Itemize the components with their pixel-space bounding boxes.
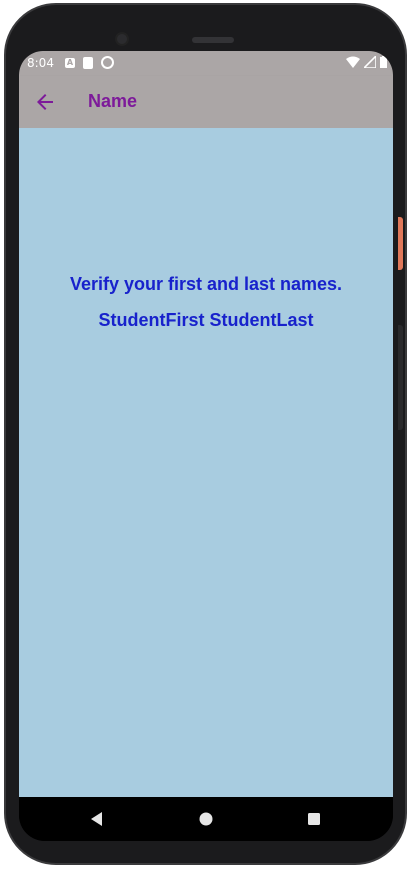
main-content: Verify your first and last names. Studen… xyxy=(19,128,393,797)
recents-square-icon xyxy=(308,813,320,825)
back-button[interactable] xyxy=(33,90,57,114)
verify-prompt: Verify your first and last names. xyxy=(69,274,343,294)
earpiece-speaker xyxy=(192,37,234,43)
page-title: Name xyxy=(88,91,138,111)
battery-icon xyxy=(380,56,387,68)
nav-home-button[interactable] xyxy=(197,810,215,828)
status-time: 8:04 xyxy=(27,56,54,70)
signal-icon xyxy=(364,56,376,68)
nav-back-button[interactable] xyxy=(88,810,106,828)
status-right-icons xyxy=(346,56,387,68)
home-circle-icon xyxy=(199,812,213,826)
arrow-back-icon xyxy=(37,94,53,110)
back-triangle-icon xyxy=(91,812,102,826)
status-left-icons: A xyxy=(65,56,114,69)
sync-icon xyxy=(101,56,114,69)
power-button xyxy=(398,217,403,270)
status-bar: 8:04 A xyxy=(19,51,393,76)
nav-recents-button[interactable] xyxy=(305,810,323,828)
wifi-icon xyxy=(346,56,360,68)
accessibility-a-icon: A xyxy=(65,57,75,68)
screen: 8:04 A Name Verify your first and last n… xyxy=(19,51,393,841)
sd-card-icon xyxy=(83,56,93,69)
system-nav-bar xyxy=(19,797,393,841)
app-bar: Name xyxy=(19,76,393,128)
volume-button xyxy=(398,325,403,430)
full-name-label: StudentFirst StudentLast xyxy=(98,310,314,330)
front-camera xyxy=(115,32,129,46)
